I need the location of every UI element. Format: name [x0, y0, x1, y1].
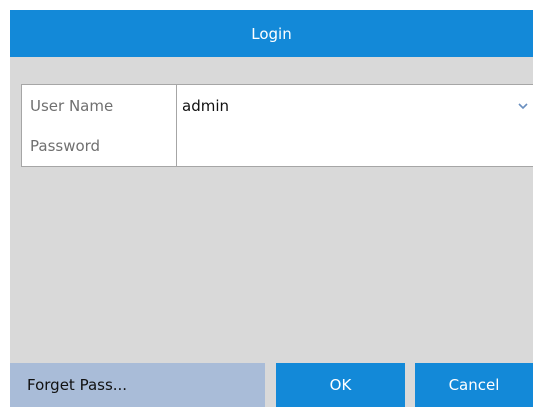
- username-row: User Name admin: [22, 85, 533, 127]
- cancel-button[interactable]: Cancel: [415, 363, 533, 407]
- username-label: User Name: [22, 85, 177, 126]
- forget-password-button[interactable]: Forget Pass...: [10, 363, 265, 407]
- chevron-down-icon[interactable]: [518, 102, 528, 110]
- title-bar: Login: [10, 10, 533, 57]
- ok-button[interactable]: OK: [276, 363, 405, 407]
- password-input[interactable]: [177, 126, 533, 166]
- dialog-title: Login: [251, 24, 292, 43]
- password-row: Password: [22, 126, 533, 166]
- password-label: Password: [22, 126, 177, 166]
- login-dialog: Login User Name admin Password Forget Pa…: [10, 10, 533, 407]
- login-form: User Name admin Password: [21, 84, 533, 167]
- dialog-footer: Forget Pass... OK Cancel: [10, 363, 533, 407]
- username-select[interactable]: admin: [177, 85, 533, 126]
- username-value: admin: [182, 96, 229, 115]
